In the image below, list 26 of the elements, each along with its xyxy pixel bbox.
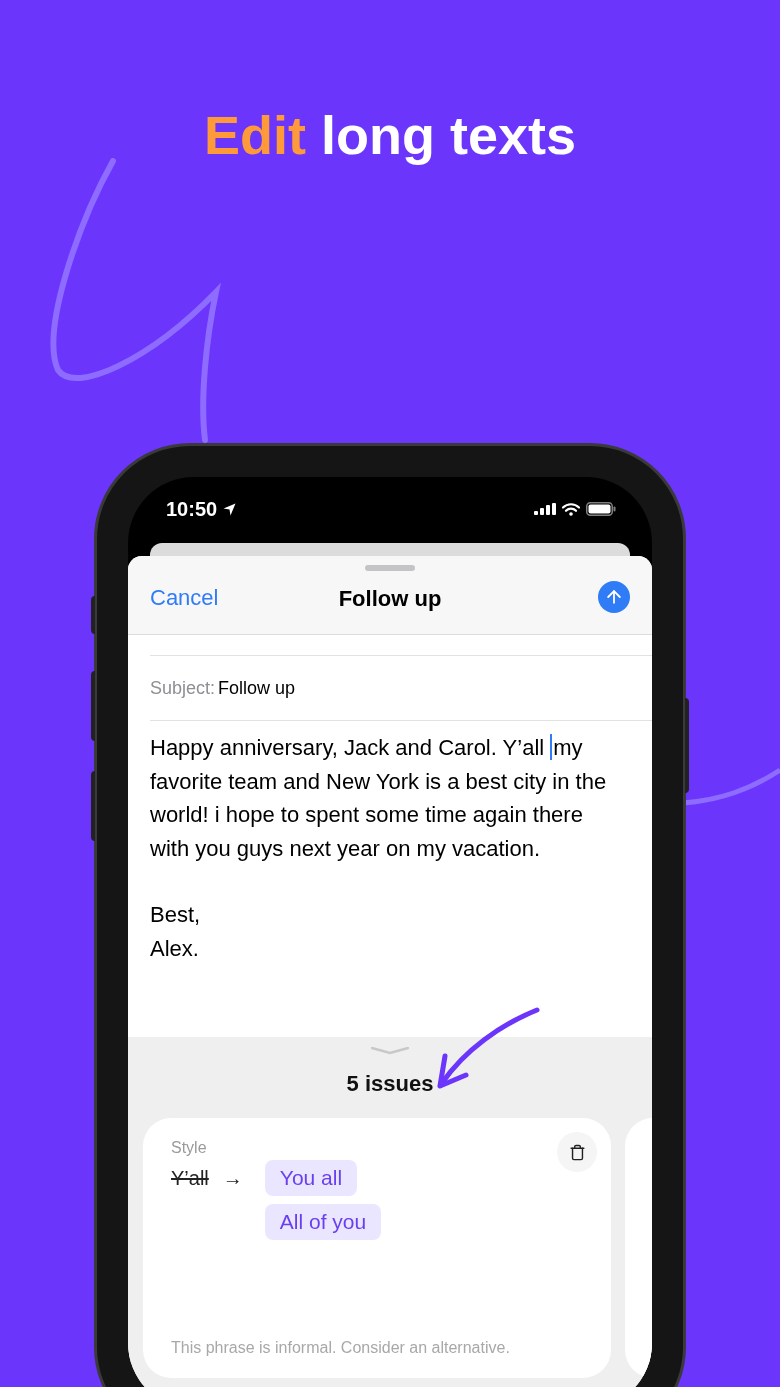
subject-label: Subject: <box>150 676 216 700</box>
issues-count: 5 issues <box>346 1070 434 1098</box>
subject-field[interactable]: Follow up <box>218 674 652 702</box>
headline: Edit long texts <box>203 104 576 166</box>
issue-category: Style <box>171 1138 207 1158</box>
issue-note: This phrase is informal. Consider an alternative. <box>171 1338 511 1358</box>
suggestion-chip[interactable]: You all <box>264 1160 358 1196</box>
chevron-down-icon[interactable] <box>371 1047 409 1055</box>
signoff-line[interactable]: Best, <box>150 898 608 932</box>
issue-card[interactable]: Style Y’all → You all All of you This phrase is informal. Consider an alternative. <box>143 1118 611 1378</box>
signoff-line[interactable]: Alex. <box>150 931 608 965</box>
signal-icon <box>534 503 556 515</box>
battery-icon <box>586 502 616 516</box>
cancel-button[interactable]: Cancel <box>150 580 219 614</box>
delete-button[interactable] <box>557 1132 597 1172</box>
suggestion-chip[interactable]: All of you <box>264 1204 382 1240</box>
trash-icon <box>568 1143 586 1161</box>
location-arrow-icon <box>223 502 237 516</box>
replace-arrow: → <box>222 1166 243 1191</box>
send-button[interactable] <box>598 581 630 613</box>
original-phrase: Y’all <box>171 1166 209 1191</box>
sheet-title: Follow up <box>338 585 442 613</box>
message-body[interactable]: Happy anniversary, Jack and Carol. Y’all my favorite team and New York is a best city in the world! i hope to spent some time again there with you guys next year on my vacation. <box>150 731 608 865</box>
sheet-grabber[interactable] <box>365 565 415 571</box>
status-time: 10:50 <box>166 497 218 521</box>
wifi-icon <box>562 502 580 516</box>
